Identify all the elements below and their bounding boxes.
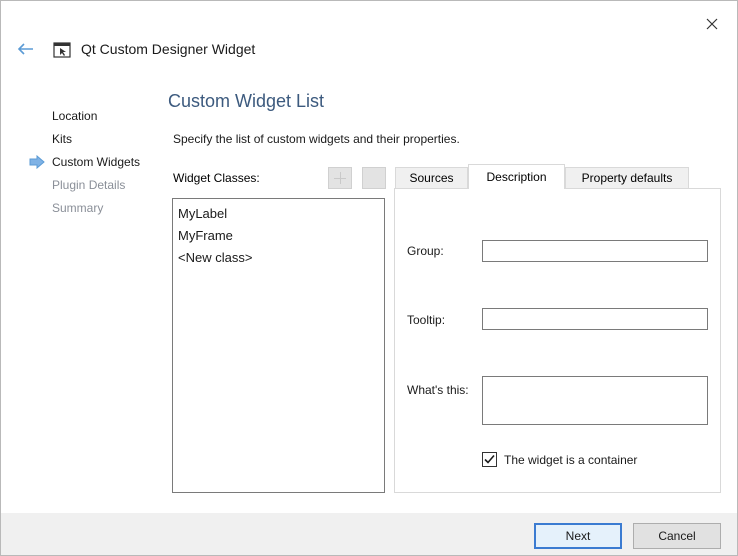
step-label: Custom Widgets xyxy=(52,155,141,169)
group-label: Group: xyxy=(407,244,444,258)
remove-class-button[interactable] xyxy=(362,167,386,189)
step-custom-widgets: Custom Widgets xyxy=(29,153,140,176)
tab-sources[interactable]: Sources xyxy=(395,167,468,188)
step-label: Kits xyxy=(52,132,73,146)
tab-property-defaults[interactable]: Property defaults xyxy=(565,167,689,188)
description-tab-panel xyxy=(394,188,721,493)
tooltip-label: Tooltip: xyxy=(407,313,446,327)
step-label: Plugin Details xyxy=(52,178,126,192)
back-arrow-icon xyxy=(17,43,33,55)
close-icon xyxy=(706,18,718,30)
container-checkbox-label: The widget is a container xyxy=(504,453,638,467)
list-item[interactable]: MyFrame xyxy=(173,225,384,247)
checkmark-icon xyxy=(484,454,495,464)
page-title: Custom Widget List xyxy=(168,91,325,111)
widget-classes-list[interactable]: MyLabel MyFrame <New class> xyxy=(172,198,385,493)
widget-classes-label: Widget Classes: xyxy=(173,171,260,185)
step-summary: Summary xyxy=(29,199,140,222)
group-field[interactable] xyxy=(482,240,708,262)
next-button[interactable]: Next xyxy=(534,523,622,549)
step-plugin-details: Plugin Details xyxy=(29,176,140,199)
close-button[interactable] xyxy=(701,13,723,35)
wizard-window: Qt Custom Designer Widget Location Kits … xyxy=(0,0,738,556)
current-step-arrow-icon xyxy=(29,155,45,169)
add-class-button[interactable] xyxy=(328,167,352,189)
window-title: Qt Custom Designer Widget xyxy=(81,41,256,57)
wizard-steps: Location Kits Custom Widgets Plugin Deta… xyxy=(29,107,140,222)
whats-this-label: What's this: xyxy=(407,383,469,397)
step-location: Location xyxy=(29,107,140,130)
tooltip-field[interactable] xyxy=(482,308,708,330)
page-subtitle: Specify the list of custom widgets and t… xyxy=(173,132,460,146)
list-item[interactable]: <New class> xyxy=(173,247,384,269)
back-button[interactable] xyxy=(13,39,37,59)
button-bar xyxy=(1,513,737,555)
tab-description[interactable]: Description xyxy=(468,164,565,189)
step-kits: Kits xyxy=(29,130,140,153)
step-label: Summary xyxy=(52,201,104,215)
cancel-button[interactable]: Cancel xyxy=(633,523,721,549)
whats-this-field[interactable] xyxy=(482,376,708,425)
wizard-app-icon xyxy=(53,42,71,58)
container-checkbox[interactable] xyxy=(482,452,497,467)
step-label: Location xyxy=(52,109,98,123)
list-item[interactable]: MyLabel xyxy=(173,203,384,225)
